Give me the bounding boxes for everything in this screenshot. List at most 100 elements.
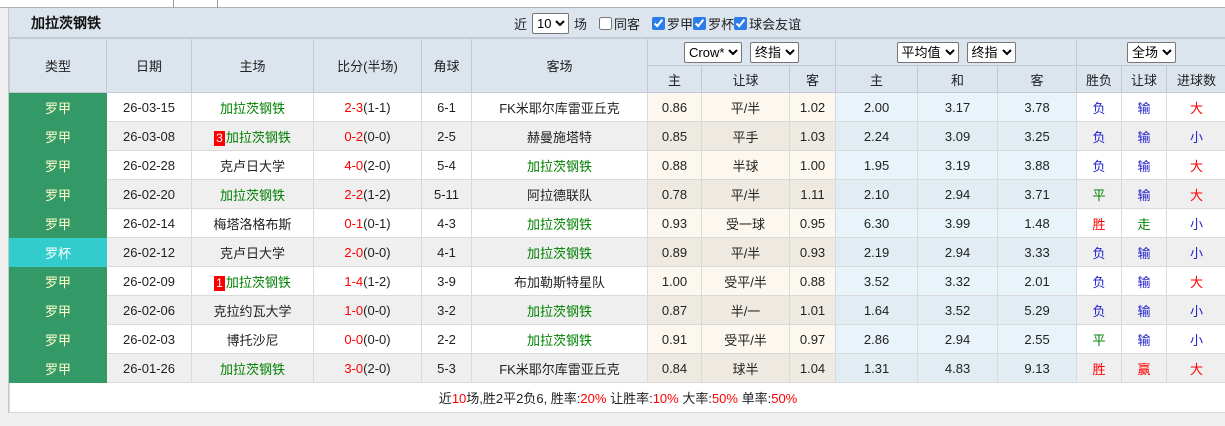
home-team-cell: 加拉茨钢铁 (191, 92, 314, 122)
away-team-cell: FK米耶尔库雷亚丘克 (471, 353, 648, 383)
avg-draw-cell: 4.83 (917, 353, 999, 383)
odds-stage-select[interactable]: 终指 (750, 41, 800, 63)
filter-league-label[interactable]: 罗甲 (652, 14, 693, 33)
result-cell: 负 (1076, 150, 1123, 180)
odds-away-cell: 0.93 (788, 237, 837, 267)
odds-away-cell: 1.01 (788, 295, 837, 325)
avg-draw-cell: 3.09 (917, 121, 999, 151)
avg-draw-cell: 3.17 (917, 92, 999, 122)
summary-segment: 场,胜2平2负6, 胜率: (466, 391, 581, 406)
table-row: 罗甲 26-02-09 1 加拉茨钢铁 1-4(1-2) 3-9 布加勒斯特星队 … (9, 266, 1225, 296)
league-cell: 罗甲 (9, 295, 107, 325)
rank-badge: 1 (214, 275, 225, 291)
date-cell: 26-03-08 (106, 121, 192, 151)
col-header-odds-away: 客 (788, 65, 837, 93)
summary-stats: 近10场,胜2平2负6, 胜率:20% 让胜率:10% 大率:50% 单率:50… (8, 382, 1225, 413)
corner-cell: 5-3 (421, 353, 472, 383)
table-row: 罗甲 26-03-15 加拉茨钢铁 2-3(1-1) 6-1 FK米耶尔库雷亚丘… (9, 92, 1225, 122)
league-cell: 罗杯 (9, 237, 107, 267)
handicap-result-cell: 输 (1121, 179, 1168, 209)
fulltime-score: 0-2 (344, 128, 364, 144)
halftime-score: (0-0) (363, 244, 391, 260)
avg-away-cell: 5.29 (997, 295, 1078, 325)
odds-handicap-cell: 平/半 (701, 237, 790, 267)
date-cell: 26-02-09 (106, 266, 192, 296)
home-team-cell: 克拉约瓦大学 (191, 295, 314, 325)
date-cell: 26-02-12 (106, 237, 192, 267)
odds-away-cell: 1.11 (788, 179, 837, 209)
summary-segment: 单率: (737, 391, 772, 406)
away-team-name: 加拉茨钢铁 (526, 332, 592, 348)
col-header-date: 日期 (106, 38, 192, 93)
league-cell: 罗甲 (9, 353, 107, 383)
odds-handicap-cell: 半球 (701, 150, 790, 180)
fulltime-score: 2-3 (344, 99, 364, 115)
scope-select[interactable]: 全场 (1127, 41, 1177, 63)
corner-cell: 3-2 (421, 295, 472, 325)
fulltime-score: 0-1 (344, 215, 364, 231)
matches-label: 场 (574, 16, 588, 32)
result-cell: 负 (1076, 266, 1123, 296)
odds-home-cell: 0.93 (647, 208, 702, 238)
avg-home-cell: 2.19 (835, 237, 919, 267)
summary-segment: 50% (771, 391, 798, 406)
summary-segment: 20% (580, 391, 607, 406)
odds-home-cell: 0.89 (647, 237, 702, 267)
date-cell: 26-03-15 (106, 92, 192, 122)
avg-away-cell: 3.88 (997, 150, 1078, 180)
odds-handicap-cell: 受平/半 (701, 324, 790, 354)
avg-home-cell: 2.00 (835, 92, 919, 122)
filter-checkbox[interactable] (693, 16, 707, 30)
away-team-cell: 布加勒斯特星队 (471, 266, 648, 296)
table-row: 罗甲 26-02-06 克拉约瓦大学 1-0(0-0) 3-2 加拉茨钢铁 0.… (9, 295, 1225, 325)
fulltime-score: 1-4 (344, 273, 364, 289)
average-select[interactable]: 平均值 (896, 41, 959, 63)
halftime-score: (0-0) (363, 128, 391, 144)
filter-checkbox[interactable] (652, 16, 666, 30)
home-team-name: 博托沙尼 (226, 332, 279, 348)
odds-handicap-cell: 半/一 (701, 295, 790, 325)
summary-segment: 10% (652, 391, 679, 406)
goals-cell: 小 (1166, 208, 1225, 238)
result-cell: 负 (1076, 92, 1123, 122)
halftime-score: (1-2) (363, 273, 391, 289)
date-cell: 26-02-20 (106, 179, 192, 209)
avg-away-cell: 3.78 (997, 92, 1078, 122)
match-history-table: 类型 日期 主场 比分(半场) 角球 客场 Crow* 终指 平均值 终指 全场… (8, 38, 1225, 413)
away-team-cell: 加拉茨钢铁 (471, 324, 648, 354)
col-header-odds-handicap: 让球 (701, 65, 790, 93)
filter-checkbox[interactable] (599, 16, 613, 30)
home-team-name: 加拉茨钢铁 (225, 129, 291, 145)
average-stage-select[interactable]: 终指 (966, 41, 1016, 63)
fulltime-score: 2-0 (344, 244, 364, 260)
league-cell: 罗甲 (9, 92, 107, 122)
avg-draw-cell: 2.94 (917, 324, 999, 354)
odds-away-cell: 1.02 (788, 92, 837, 122)
avg-home-cell: 3.52 (835, 266, 919, 296)
home-team-name: 加拉茨钢铁 (225, 274, 291, 290)
filter-same-opponent-label[interactable]: 同客 (599, 14, 640, 33)
rank-badge: 3 (214, 130, 225, 146)
col-header-score: 比分(半场) (313, 38, 422, 93)
title-bar: 加拉茨钢铁 近 10 场 同客 罗甲 罗杯 球会友谊 (9, 8, 1225, 38)
away-team-cell: 加拉茨钢铁 (471, 208, 648, 238)
recent-count-select[interactable]: 10 (532, 12, 570, 34)
filter-league-label[interactable]: 罗杯 (693, 14, 734, 33)
fulltime-score: 2-2 (344, 186, 364, 202)
corner-cell: 5-11 (421, 179, 472, 209)
score-cell: 1-4(1-2) (313, 266, 422, 296)
avg-home-cell: 1.95 (835, 150, 919, 180)
filter-league-label[interactable]: 球会友谊 (734, 14, 801, 33)
home-team-name: 加拉茨钢铁 (219, 361, 285, 377)
handicap-result-cell: 输 (1121, 237, 1168, 267)
avg-away-cell: 2.55 (997, 324, 1078, 354)
odds-home-cell: 0.87 (647, 295, 702, 325)
avg-draw-cell: 3.19 (917, 150, 999, 180)
col-header-type: 类型 (9, 38, 107, 93)
avg-away-cell: 9.13 (997, 353, 1078, 383)
handicap-result-cell: 输 (1121, 150, 1168, 180)
home-team-cell: 3 加拉茨钢铁 (191, 121, 314, 151)
bookmaker-select[interactable]: Crow* (684, 41, 743, 63)
filter-checkbox[interactable] (734, 16, 748, 30)
handicap-result-cell: 输 (1121, 266, 1168, 296)
